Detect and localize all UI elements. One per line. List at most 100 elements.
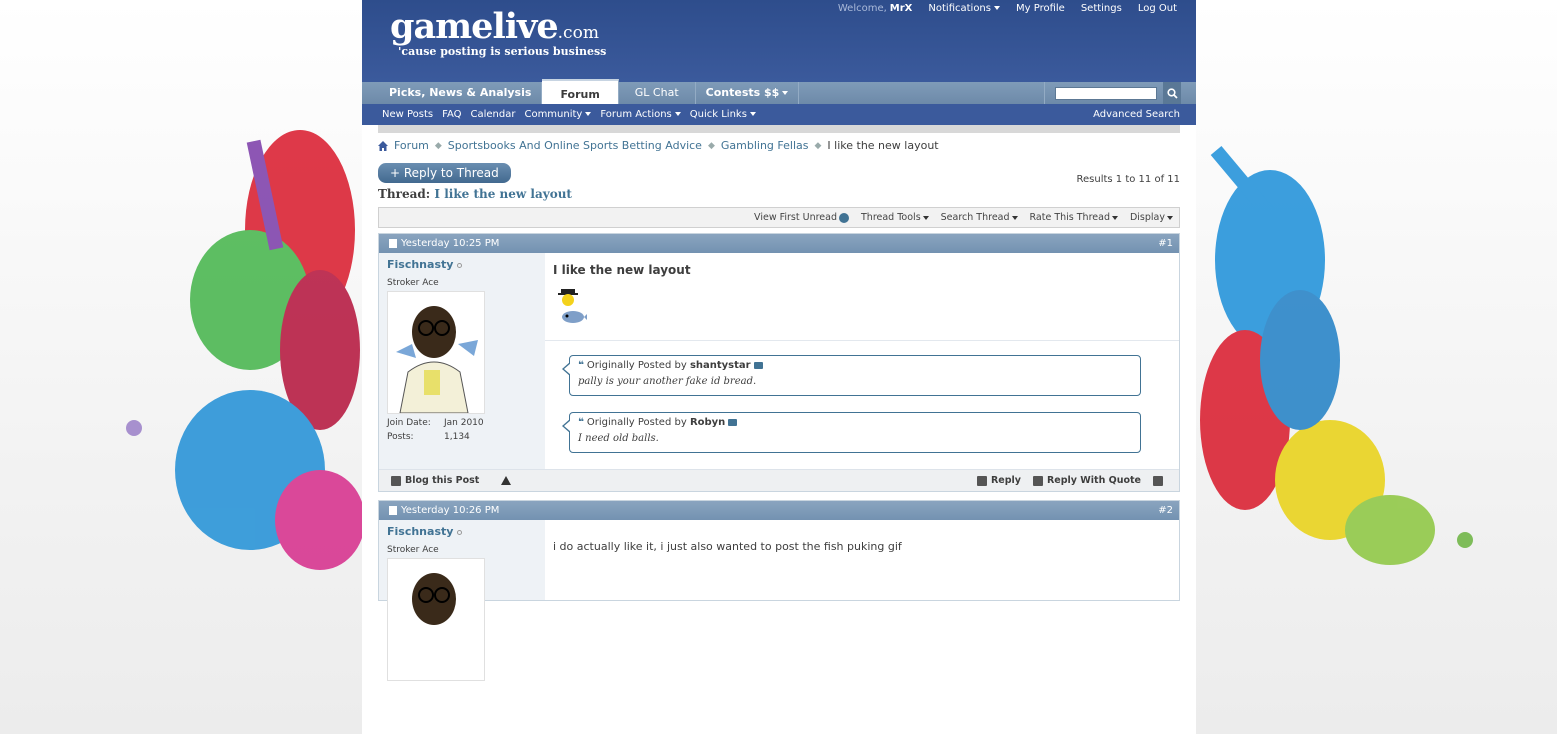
tab-picks-news[interactable]: Picks, News & Analysis [379,82,543,104]
search-input[interactable] [1055,86,1157,100]
blog-this-post-button[interactable]: Blog this Post [391,475,479,486]
quote-icon: ❝ [578,360,584,371]
reply-with-quote-button[interactable]: Reply With Quote [1032,475,1141,486]
display-menu[interactable]: Display [1130,212,1173,223]
subnav-forum-actions[interactable]: Forum Actions [600,109,681,120]
site-logo[interactable]: gamelive.com 'cause posting is serious b… [390,6,606,58]
view-first-unread-link[interactable]: View First Unread [754,212,849,223]
quote-bubble-icon [1032,475,1043,486]
reply-arrow-icon [976,475,987,486]
chevron-down-icon [1011,215,1018,220]
post-header: Yesterday 10:26 PM #2 [379,501,1179,520]
post-body: Fischnasty Stroker Ace i do actually lik… [379,520,1179,681]
thread-toolbar: View First Unread Thread Tools Search Th… [378,207,1180,228]
breadcrumb-forum[interactable]: Forum [394,139,429,152]
chevron-down-icon [1167,215,1173,220]
view-post-icon[interactable] [728,418,738,426]
breadcrumb-separator-icon: ◆ [814,140,822,151]
post-1: Yesterday 10:25 PM #1 Fischnasty Stroker… [378,233,1180,492]
search-icon [1166,87,1178,99]
settings-link[interactable]: Settings [1081,3,1122,14]
reply-button[interactable]: Reply [976,475,1021,486]
quotes-section: ❝ Originally Posted by shantystar pally i… [545,340,1179,469]
fish-smiley-icon [558,289,589,323]
chevron-down-icon [993,6,1000,10]
top-links: Welcome, MrX Notifications My Profile Set… [838,3,1177,14]
report-warning-icon[interactable] [501,476,512,485]
quote-icon: ❝ [578,417,584,428]
username-link[interactable]: MrX [890,3,913,14]
breadcrumb-sportsbooks[interactable]: Sportsbooks And Online Sports Betting Ad… [448,139,702,152]
post-number[interactable]: #2 [1158,505,1173,516]
tab-gl-chat[interactable]: GL Chat [619,82,696,104]
results-count: Results 1 to 11 of 11 [1076,174,1181,185]
chevron-down-icon [585,112,592,116]
logo-text: gamelive [390,6,559,47]
log-out-link[interactable]: Log Out [1138,3,1177,14]
breadcrumb: Forum ◆ Sportsbooks And Online Sports Be… [378,139,1180,152]
main-content: Forum ◆ Sportsbooks And Online Sports Be… [362,139,1196,681]
offline-status-icon [457,262,463,268]
quote-block: ❝ Originally Posted by shantystar pally i… [562,355,1141,396]
thread-tools-menu[interactable]: Thread Tools [861,212,929,223]
avatar[interactable] [387,558,485,681]
avatar[interactable] [387,291,485,414]
post-main: I like the new layout ❝ Originally Posted… [545,253,1179,469]
quote-author[interactable]: Robyn [690,417,725,428]
offline-status-icon [457,529,463,535]
notifications-link[interactable]: Notifications [928,3,1000,14]
post-username[interactable]: Fischnasty [387,525,453,538]
page-wrapper: gamelive.com 'cause posting is serious b… [362,0,1196,734]
tab-contests[interactable]: Contests $$ [696,82,800,104]
post-2: Yesterday 10:26 PM #2 Fischnasty Stroker… [378,500,1180,681]
arrow-circle-icon [839,212,849,223]
subnav-calendar[interactable]: Calendar [471,109,516,120]
document-icon [389,505,397,515]
tab-forum[interactable]: Forum [542,79,619,104]
search-box [1044,82,1181,104]
multi-quote-button[interactable] [1153,475,1167,486]
subnav-new-posts[interactable]: New Posts [382,109,433,120]
post-content: i do actually like it, i just also wante… [545,520,1179,600]
site-header: gamelive.com 'cause posting is serious b… [362,0,1196,82]
post-header: Yesterday 10:25 PM #1 [379,234,1179,253]
view-post-icon[interactable] [753,361,763,369]
welcome-text: Welcome, MrX [837,3,913,14]
post-username[interactable]: Fischnasty [387,258,453,271]
rate-thread-menu[interactable]: Rate This Thread [1030,212,1118,223]
chevron-down-icon [922,215,929,220]
nav-shadow [378,125,1180,133]
post-content: I like the new layout [545,253,1179,340]
quote-author[interactable]: shantystar [690,360,751,371]
posts-count-value: 1,134 [444,432,470,442]
post-number[interactable]: #1 [1158,238,1173,249]
post-footer: Blog this Post Reply Reply With Quote [379,469,1179,491]
advanced-search-link[interactable]: Advanced Search [1093,109,1180,120]
my-profile-link[interactable]: My Profile [1016,3,1065,14]
search-thread-menu[interactable]: Search Thread [941,212,1018,223]
user-info: Fischnasty Stroker Ace [379,253,545,469]
user-title: Stroker Ace [387,545,439,555]
user-stats: Join Date: Jan 2010 Posts: 1,134 [387,418,484,442]
search-button[interactable] [1163,82,1181,104]
nav-tabs: Picks, News & Analysis Forum GL Chat Con… [379,79,800,104]
home-icon[interactable] [378,140,388,151]
join-date-value: Jan 2010 [444,418,484,428]
subnav-quick-links[interactable]: Quick Links [690,109,756,120]
chevron-down-icon [749,112,756,116]
breadcrumb-gambling-fellas[interactable]: Gambling Fellas [721,139,809,152]
user-title: Stroker Ace [387,278,439,288]
quote-text: pally is your another fake id bread. [578,376,757,387]
avatar-image [396,306,478,414]
thread-title: Thread: I like the new layout [378,187,572,201]
logo-domain: .com [557,23,599,43]
main-navbar: Picks, News & Analysis Forum GL Chat Con… [362,79,1196,104]
quote-block: ❝ Originally Posted by Robyn I need old b… [562,412,1141,453]
reply-to-thread-button[interactable]: + Reply to Thread [378,163,511,183]
chevron-down-icon [782,91,789,95]
breadcrumb-separator-icon: ◆ [707,140,715,151]
post-date: Yesterday 10:26 PM [389,505,499,516]
subnav-community[interactable]: Community [524,109,592,120]
subnav-faq[interactable]: FAQ [442,109,461,120]
user-info: Fischnasty Stroker Ace [379,520,545,681]
